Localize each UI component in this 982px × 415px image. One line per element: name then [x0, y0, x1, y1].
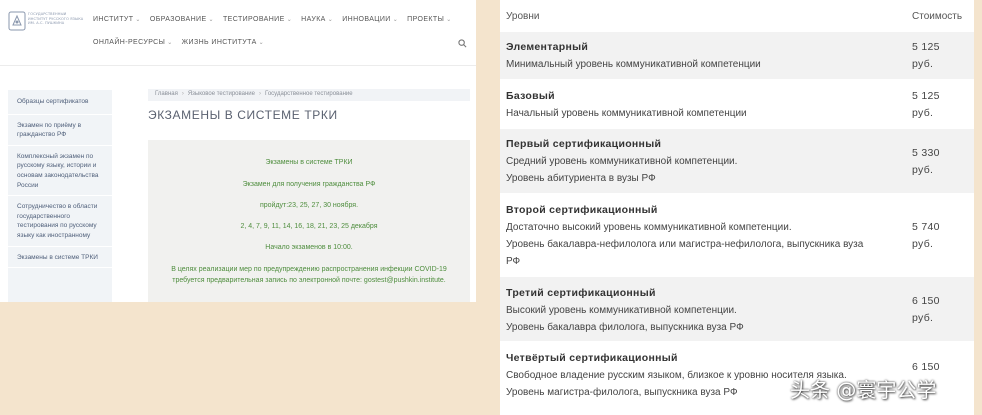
table-row: Элементарный Минимальный уровень коммуни…	[500, 32, 974, 79]
notice-covid-line: В целях реализации мер по предупреждению…	[171, 266, 447, 284]
nav-label: Инновации	[342, 16, 391, 23]
nav-label: Институт	[93, 16, 134, 23]
column-header-levels: Уровни	[506, 11, 540, 22]
nav-label: Жизнь института	[181, 39, 257, 46]
breadcrumb-separator-icon: ›	[181, 91, 184, 97]
nav-label: Онлайн-ресурсы	[93, 39, 166, 46]
nav-item-institute-life[interactable]: Жизнь института ⌄	[182, 39, 264, 46]
price-table-panel: Уровни Стоимость Элементарный Минимальны…	[500, 0, 974, 415]
logo-emblem-icon	[8, 11, 26, 31]
institute-logo[interactable]: Государственный институт русского языка …	[8, 10, 84, 32]
table-row: Базовый Начальный уровень коммуникативно…	[500, 80, 974, 128]
nav-item-science[interactable]: Наука ⌄	[301, 16, 333, 23]
chevron-down-icon: ⌄	[258, 40, 265, 46]
level-name: Второй сертификационный	[506, 204, 658, 216]
site-header: Государственный институт русского языка …	[0, 0, 476, 66]
chevron-down-icon: ⌄	[392, 17, 399, 23]
nav-item-projects[interactable]: Проекты ⌄	[407, 16, 451, 23]
nav-item-innovations[interactable]: Инновации ⌄	[342, 16, 398, 23]
notice-line: Начало экзаменов в 10:00.	[265, 244, 353, 251]
notice-line: Экзамены в системе ТРКИ	[265, 159, 353, 166]
level-name: Элементарный	[506, 41, 589, 53]
column-header-cost: Стоимость	[912, 11, 963, 22]
level-price: 5 125 руб.	[912, 41, 940, 70]
nav-label: Наука	[301, 16, 326, 23]
breadcrumb-home[interactable]: Главная	[155, 91, 178, 97]
nav-item-institute[interactable]: Институт ⌄	[93, 16, 141, 23]
sidebar-item-certificate-samples[interactable]: Образцы сертификатов	[8, 90, 112, 115]
level-name: Первый сертификационный	[506, 138, 662, 150]
level-description: Минимальный уровень коммуникативной комп…	[506, 59, 761, 70]
chevron-down-icon: ⌄	[135, 17, 141, 23]
sidebar: Образцы сертификатов Экзамен по приёму в…	[8, 90, 112, 302]
secondary-nav: Онлайн-ресурсы ⌄ Жизнь института ⌄	[93, 39, 273, 46]
breadcrumb-state-testing[interactable]: Государственное тестирование	[265, 91, 353, 97]
level-description: Начальный уровень коммуникативной компет…	[506, 108, 747, 119]
level-name: Третий сертификационный	[506, 287, 656, 299]
level-description: Средний уровень коммуникативной компетен…	[506, 156, 738, 184]
level-price: 5 740 руб.	[912, 221, 940, 250]
level-price: 5 330 руб.	[912, 147, 940, 176]
table-header: Уровни Стоимость	[500, 0, 974, 32]
search-icon[interactable]	[458, 39, 467, 48]
notice-line: Экзамен для получения гражданства РФ	[242, 181, 376, 188]
chevron-down-icon: ⌄	[286, 17, 293, 23]
website-screenshot-panel: Государственный институт русского языка …	[0, 0, 476, 302]
nav-label: Тестирование	[222, 16, 285, 23]
page-title: Экзамены в системе ТРКИ	[148, 108, 338, 122]
sidebar-item-citizenship-exam[interactable]: Экзамен по приёму в гражданство РФ	[8, 115, 112, 146]
chevron-down-icon: ⌄	[446, 17, 452, 23]
notice-line: пройдут:23, 25, 27, 30 ноября.	[259, 202, 359, 209]
table-row: Третий сертификационный Высокий уровень …	[500, 277, 974, 341]
table-row: Первый сертификационный Средний уровень …	[500, 129, 974, 193]
sidebar-item-complex-exam[interactable]: Комплексный экзамен по русскому языку, и…	[8, 146, 112, 197]
sidebar-item-cooperation[interactable]: Сотрудничество в области государственног…	[8, 196, 112, 247]
chevron-down-icon: ⌄	[208, 17, 214, 23]
breadcrumb-language-testing[interactable]: Языковое тестирование	[188, 91, 255, 97]
level-price: 5 125 руб.	[912, 90, 940, 119]
breadcrumb-separator-icon: ›	[258, 91, 261, 97]
table-row: Второй сертификационный Достаточно высок…	[500, 194, 974, 276]
level-description: Высокий уровень коммуникативной компетен…	[506, 305, 744, 333]
level-name: Четвёртый сертификационный	[506, 352, 678, 364]
chevron-down-icon: ⌄	[327, 17, 334, 23]
exam-notice: Экзамены в системе ТРКИ Экзамен для полу…	[148, 140, 470, 302]
nav-label: Проекты	[407, 16, 445, 23]
level-description: Достаточно высокий уровень коммуникативн…	[506, 222, 864, 267]
chevron-down-icon: ⌄	[167, 40, 173, 46]
notice-line: 2, 4, 7, 9, 11, 14, 16, 18, 21, 23, 25 д…	[240, 223, 378, 230]
nav-item-education[interactable]: Образование ⌄	[150, 16, 214, 23]
sidebar-item-trki-exams[interactable]: Экзамены в системе ТРКИ	[8, 247, 112, 269]
breadcrumb: Главная › Языковое тестирование › Государств…	[148, 89, 470, 101]
nav-label: Образование	[149, 16, 207, 23]
nav-item-testing[interactable]: Тестирование ⌄	[223, 16, 292, 23]
nav-item-online-resources[interactable]: Онлайн-ресурсы ⌄	[93, 39, 173, 46]
level-price: 6 150 руб.	[912, 295, 940, 324]
level-name: Базовый	[506, 90, 555, 102]
logo-text: Государственный институт русского языка …	[28, 12, 84, 25]
watermark: 头条 @寰宇公学	[790, 378, 937, 402]
primary-nav: Институт ⌄ Образование ⌄ Тестирование ⌄ Нау…	[93, 16, 461, 23]
